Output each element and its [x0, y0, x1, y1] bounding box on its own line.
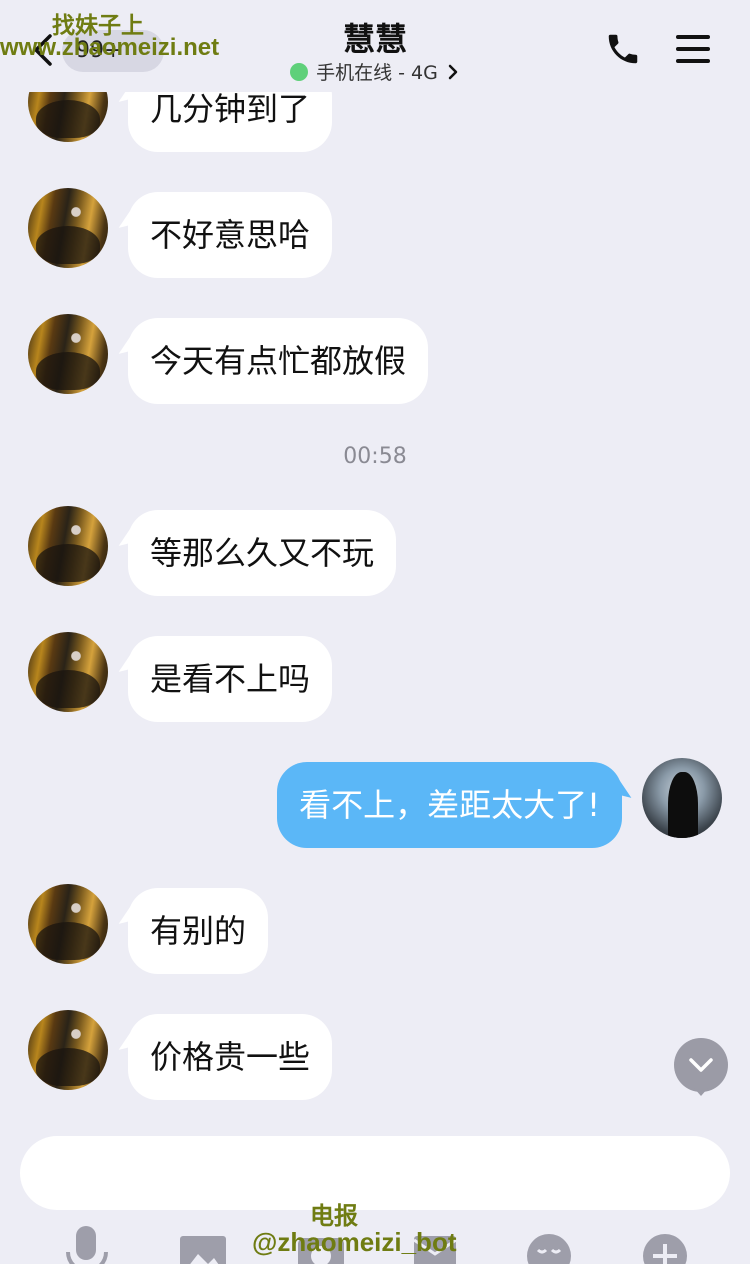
online-status-text: 手机在线 - 4G — [316, 62, 438, 84]
phone-call-icon[interactable] — [604, 30, 642, 68]
menu-icon[interactable] — [674, 32, 712, 66]
contact-avatar[interactable] — [28, 506, 108, 586]
watermark-bottom-label: 电报 — [310, 1202, 358, 1230]
contact-avatar[interactable] — [28, 632, 108, 712]
watermark-bottom-handle: @zhaomeizi_bot — [252, 1227, 457, 1257]
contact-avatar[interactable] — [28, 884, 108, 964]
message-bubble[interactable]: 等那么久又不玩 — [128, 510, 397, 596]
contact-avatar[interactable] — [28, 314, 108, 394]
my-message-bubble[interactable]: 看不上，差距太大了! — [277, 762, 622, 848]
contact-avatar[interactable] — [28, 188, 108, 268]
my-avatar[interactable] — [642, 758, 722, 838]
chevron-down-icon — [689, 1058, 713, 1072]
message-bubble[interactable]: 价格贵一些 — [128, 1014, 333, 1100]
message-timestamp: 00:58 — [343, 444, 407, 469]
message-input[interactable] — [20, 1136, 730, 1210]
message-bubble[interactable]: 有别的 — [128, 888, 269, 974]
emoji-icon[interactable] — [524, 1226, 574, 1264]
microphone-icon[interactable] — [62, 1226, 112, 1264]
message-bubble[interactable]: 是看不上吗 — [128, 636, 333, 722]
contact-avatar[interactable] — [28, 1010, 108, 1090]
message-bubble[interactable]: 今天有点忙都放假 — [128, 318, 429, 404]
online-dot-icon — [290, 62, 309, 81]
image-icon[interactable] — [178, 1226, 228, 1264]
scroll-to-bottom-button[interactable] — [674, 1038, 728, 1096]
message-bubble[interactable]: 不好意思哈 — [128, 192, 333, 278]
plus-icon[interactable] — [640, 1226, 690, 1264]
watermark-url: www.zhaomeizi.net — [0, 34, 220, 61]
chevron-right-icon — [448, 64, 458, 79]
